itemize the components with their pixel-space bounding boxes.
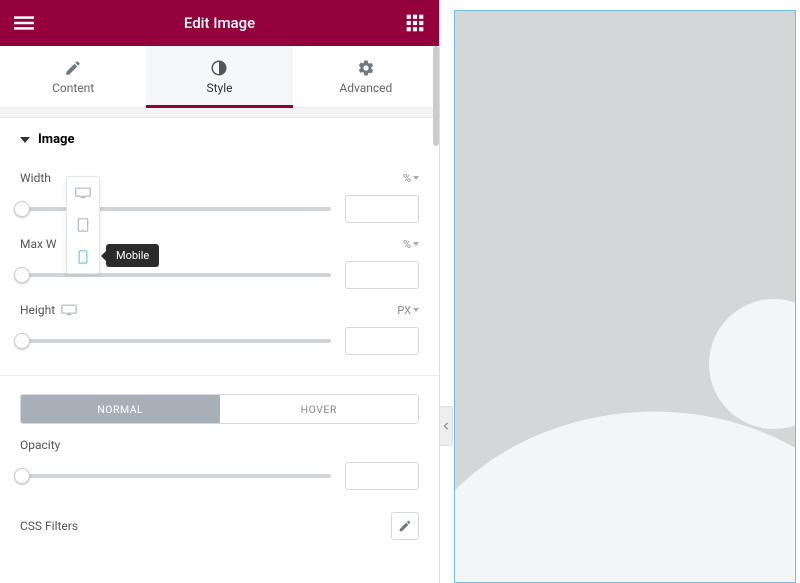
menu-button[interactable] [14,13,34,33]
max-width-slider[interactable] [14,265,331,285]
height-slider[interactable] [14,331,331,351]
max-width-input[interactable] [345,261,419,289]
placeholder-hill-icon [454,395,796,583]
placeholder-sun-icon [709,299,796,429]
panel-title: Edit Image [0,14,439,32]
widgets-button[interactable] [405,13,425,33]
max-width-label: Max W [20,237,57,251]
section-divider [0,108,439,118]
height-unit-select[interactable]: PX [397,304,419,317]
unit-label: PX [397,304,411,317]
chevron-down-icon [413,308,419,312]
state-tabs: NORMAL HOVER [20,394,419,424]
unit-label: % [403,238,411,251]
opacity-input[interactable] [345,462,419,490]
section-title: Image [38,132,74,147]
opacity-label: Opacity [20,438,60,452]
divider [0,375,439,376]
panel-scrollbar[interactable] [433,46,439,146]
height-input[interactable] [345,327,419,355]
tab-label: Style [206,81,232,95]
control-height: Height PX [20,289,419,317]
panel-collapse-handle[interactable] [439,406,453,446]
css-filters-edit-button[interactable] [391,512,419,540]
opacity-slider[interactable] [14,466,331,486]
tab-advanced[interactable]: Advanced [293,46,439,107]
unit-label: % [403,172,411,185]
state-tab-normal[interactable]: NORMAL [21,395,220,423]
desktop-icon[interactable] [61,304,77,316]
tab-label: Content [52,81,94,95]
chevron-down-icon [413,176,419,180]
section-toggle-image[interactable]: Image [0,118,439,157]
responsive-device-popover [66,176,100,274]
height-label: Height [20,303,55,317]
preview-area [440,0,800,583]
tab-content[interactable]: Content [0,46,146,107]
device-option-desktop[interactable] [67,177,99,209]
width-slider[interactable] [14,199,331,219]
device-option-tablet[interactable] [67,209,99,241]
control-opacity: Opacity [20,424,419,452]
css-filters-label: CSS Filters [20,519,78,533]
editor-panel: Edit Image Content Style Advanced Image … [0,0,440,583]
panel-header: Edit Image [0,0,439,46]
width-input[interactable] [345,195,419,223]
caret-down-icon [20,137,30,143]
device-tooltip: Mobile [106,244,159,267]
max-width-unit-select[interactable]: % [403,238,419,251]
tab-label: Advanced [339,81,392,95]
control-css-filters: CSS Filters [20,490,419,540]
width-unit-select[interactable]: % [403,172,419,185]
state-tab-hover[interactable]: HOVER [220,395,419,423]
tab-style[interactable]: Style [146,46,292,107]
device-option-mobile[interactable] [67,241,99,273]
panel-tabs: Content Style Advanced [0,46,439,108]
width-label: Width [20,171,51,185]
image-widget-preview[interactable] [454,10,796,583]
chevron-down-icon [413,242,419,246]
